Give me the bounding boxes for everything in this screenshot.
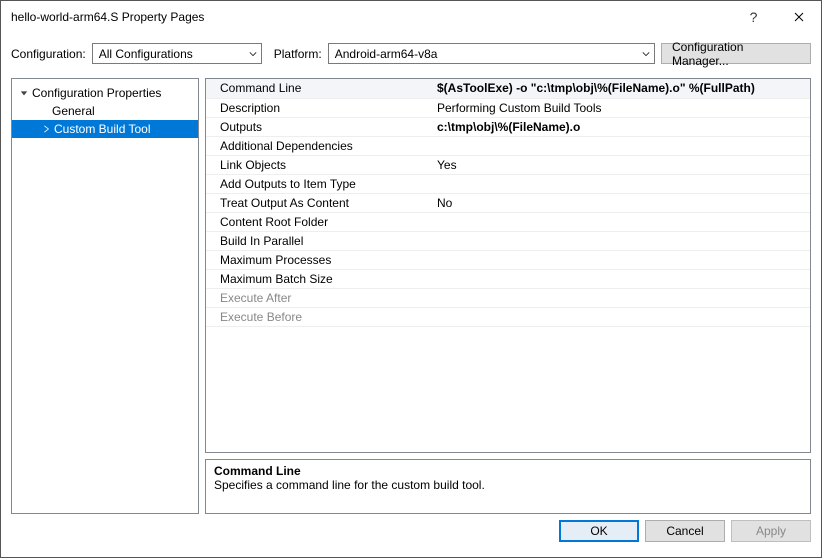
property-label: Link Objects	[206, 155, 431, 174]
property-value[interactable]: Performing Custom Build Tools	[431, 98, 810, 117]
help-icon[interactable]: ?	[731, 9, 776, 25]
caret-right-icon	[40, 125, 52, 133]
table-row[interactable]: Command Line$(AsToolExe) -o "c:\tmp\obj\…	[206, 79, 810, 98]
property-value[interactable]: c:\tmp\obj\%(FileName).o	[431, 117, 810, 136]
platform-value: Android-arm64-v8a	[335, 47, 438, 61]
table-row[interactable]: Link ObjectsYes	[206, 155, 810, 174]
table-row[interactable]: Additional Dependencies	[206, 136, 810, 155]
table-row[interactable]: Execute After	[206, 288, 810, 307]
property-value[interactable]	[431, 307, 810, 326]
table-row[interactable]: Outputsc:\tmp\obj\%(FileName).o	[206, 117, 810, 136]
description-text: Specifies a command line for the custom …	[214, 478, 802, 492]
property-value[interactable]: Yes	[431, 155, 810, 174]
platform-label: Platform:	[274, 47, 322, 61]
tree-panel[interactable]: Configuration Properties General Custom …	[11, 78, 199, 514]
chevron-down-icon	[642, 50, 650, 58]
platform-dropdown[interactable]: Android-arm64-v8a	[328, 43, 655, 64]
configuration-dropdown[interactable]: All Configurations	[92, 43, 262, 64]
table-row[interactable]: Content Root Folder	[206, 212, 810, 231]
property-value[interactable]	[431, 250, 810, 269]
property-grid[interactable]: Command Line$(AsToolExe) -o "c:\tmp\obj\…	[205, 78, 811, 453]
property-label: Maximum Batch Size	[206, 269, 431, 288]
table-row[interactable]: DescriptionPerforming Custom Build Tools	[206, 98, 810, 117]
tree-root-label: Configuration Properties	[32, 86, 161, 100]
tree-item-custom-build-tool[interactable]: Custom Build Tool	[12, 120, 198, 138]
tree-item-label: General	[52, 104, 95, 118]
table-row[interactable]: Execute Before	[206, 307, 810, 326]
config-manager-button[interactable]: Configuration Manager...	[661, 43, 811, 64]
close-icon[interactable]	[776, 1, 821, 33]
configuration-label: Configuration:	[11, 47, 86, 61]
property-label: Maximum Processes	[206, 250, 431, 269]
property-label: Execute After	[206, 288, 431, 307]
table-row[interactable]: Treat Output As ContentNo	[206, 193, 810, 212]
property-value[interactable]	[431, 212, 810, 231]
tree-root[interactable]: Configuration Properties	[12, 84, 198, 102]
property-value[interactable]	[431, 136, 810, 155]
property-value[interactable]	[431, 269, 810, 288]
property-value[interactable]: No	[431, 193, 810, 212]
titlebar: hello-world-arm64.S Property Pages ?	[1, 1, 821, 33]
description-heading: Command Line	[214, 464, 802, 478]
right-column: Command Line$(AsToolExe) -o "c:\tmp\obj\…	[205, 78, 811, 514]
property-label: Outputs	[206, 117, 431, 136]
property-label: Build In Parallel	[206, 231, 431, 250]
property-value[interactable]: $(AsToolExe) -o "c:\tmp\obj\%(FileName).…	[431, 79, 810, 98]
ok-button[interactable]: OK	[559, 520, 639, 542]
property-value[interactable]	[431, 174, 810, 193]
table-row[interactable]: Add Outputs to Item Type	[206, 174, 810, 193]
property-label: Treat Output As Content	[206, 193, 431, 212]
tree-item-general[interactable]: General	[12, 102, 198, 120]
chevron-down-icon	[249, 50, 257, 58]
footer: OK Cancel Apply	[1, 514, 821, 547]
description-panel: Command Line Specifies a command line fo…	[205, 459, 811, 514]
property-label: Additional Dependencies	[206, 136, 431, 155]
configuration-value: All Configurations	[99, 47, 193, 61]
property-label: Command Line	[206, 79, 431, 98]
table-row[interactable]: Build In Parallel	[206, 231, 810, 250]
tree-item-label: Custom Build Tool	[54, 122, 151, 136]
property-label: Execute Before	[206, 307, 431, 326]
property-value[interactable]	[431, 288, 810, 307]
property-value[interactable]	[431, 231, 810, 250]
main-area: Configuration Properties General Custom …	[1, 68, 821, 514]
table-row[interactable]: Maximum Processes	[206, 250, 810, 269]
property-label: Description	[206, 98, 431, 117]
config-row: Configuration: All Configurations Platfo…	[1, 39, 821, 68]
property-label: Content Root Folder	[206, 212, 431, 231]
window-title: hello-world-arm64.S Property Pages	[11, 10, 731, 24]
table-row[interactable]: Maximum Batch Size	[206, 269, 810, 288]
cancel-button[interactable]: Cancel	[645, 520, 725, 542]
property-table: Command Line$(AsToolExe) -o "c:\tmp\obj\…	[206, 79, 810, 327]
apply-button: Apply	[731, 520, 811, 542]
property-label: Add Outputs to Item Type	[206, 174, 431, 193]
caret-down-icon	[18, 89, 30, 97]
